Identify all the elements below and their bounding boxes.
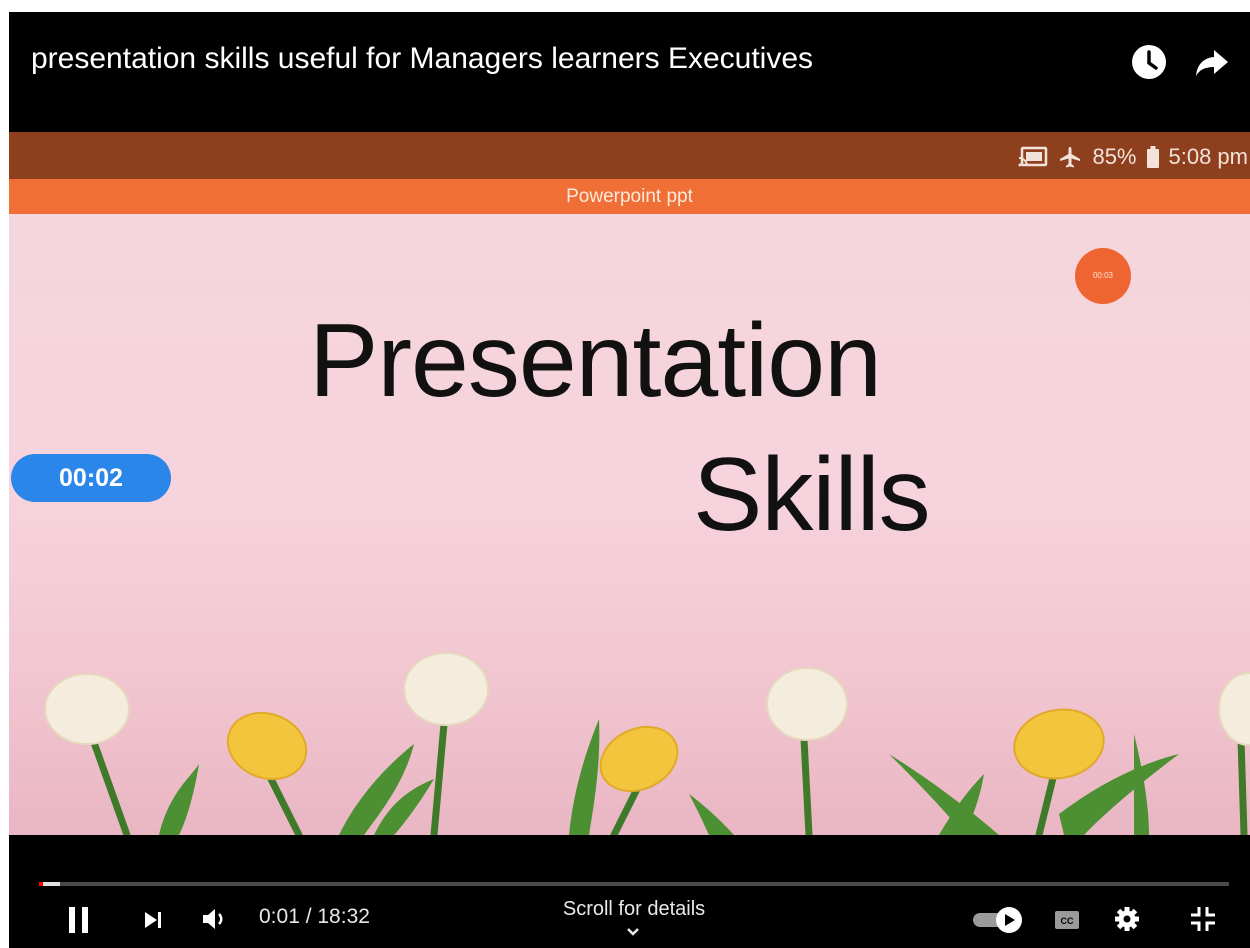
slide-title-line1: Presentation: [309, 303, 882, 419]
timer-pill: 00:02: [11, 454, 171, 502]
chevron-down-icon[interactable]: [624, 926, 642, 938]
time-display: 0:01 / 18:32: [259, 905, 370, 928]
video-title: presentation skills useful for Managers …: [31, 42, 814, 75]
airplane-icon: [1060, 147, 1081, 168]
battery-percent: 85%: [1092, 144, 1137, 169]
battery-icon: [1146, 146, 1159, 168]
next-icon[interactable]: [142, 909, 164, 931]
captions-icon[interactable]: CC: [1054, 909, 1080, 931]
share-icon[interactable]: [1192, 42, 1232, 82]
progress-marker: [39, 882, 43, 886]
slide-title-line2: Skills: [693, 437, 931, 553]
app-bar-title: Powerpoint ppt: [9, 179, 1250, 214]
tulips-image: [44, 652, 1250, 835]
recording-badge[interactable]: 00:03: [1075, 248, 1131, 304]
video-player[interactable]: presentation skills useful for Managers …: [9, 12, 1250, 948]
status-time: 5:08 pm: [1168, 144, 1249, 169]
volume-icon[interactable]: [201, 906, 231, 932]
watch-later-icon[interactable]: [1129, 42, 1169, 82]
top-bar: presentation skills useful for Managers …: [9, 12, 1250, 132]
phone-screen: 85% 5:08 pm Powerpoint ppt 00:03 00:02 P…: [9, 132, 1250, 835]
exit-fullscreen-icon[interactable]: [1189, 905, 1217, 933]
svg-text:CC: CC: [1061, 916, 1074, 926]
presentation-slide: 00:03 00:02 Presentation Skills: [9, 214, 1250, 835]
autoplay-toggle-icon[interactable]: [971, 905, 1027, 935]
cast-icon: [1018, 146, 1048, 167]
progress-bar[interactable]: [39, 882, 1229, 886]
scroll-for-details[interactable]: Scroll for details: [529, 898, 739, 921]
pause-icon[interactable]: [67, 905, 91, 935]
status-bar: 85% 5:08 pm: [9, 132, 1250, 179]
settings-icon[interactable]: [1113, 905, 1141, 933]
